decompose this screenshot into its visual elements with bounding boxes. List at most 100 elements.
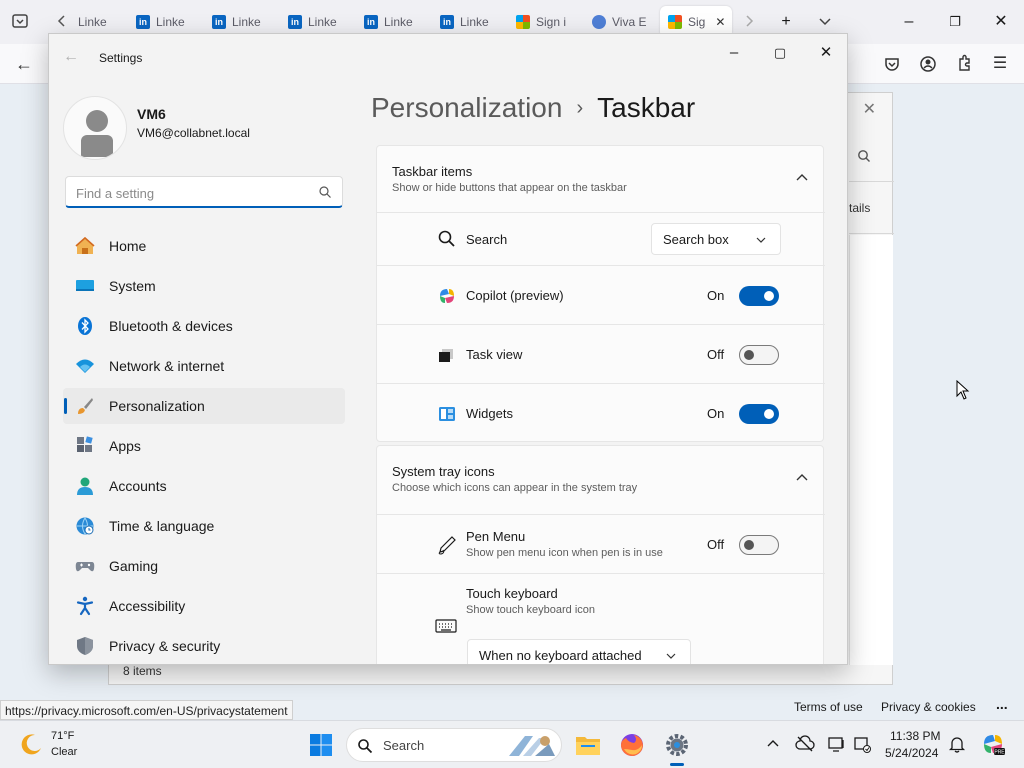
linkedin-icon: in [212,15,226,29]
avatar[interactable] [63,96,127,160]
browser-tab[interactable]: Sign i [516,10,574,34]
brush-icon [78,398,93,414]
account-icon[interactable] [916,52,940,76]
nav-item-home[interactable]: Home [63,228,345,264]
clock-date[interactable]: 5/24/2024 [885,746,938,760]
network-status-icon[interactable] [852,734,872,754]
tabs-scroll-left-icon[interactable] [53,12,71,30]
nav-item-network[interactable]: Network & internet [63,348,345,384]
mouse-cursor-icon [956,380,970,400]
copilot-taskbar-icon[interactable]: PRE [980,731,1006,757]
tab-label: Linke [232,15,261,29]
copilot-toggle[interactable] [739,286,779,306]
settings-window: ← Settings – ▢ ✕ VM6 VM6@collabnet.local… [48,33,848,665]
viva-icon [592,15,606,29]
nav-item-accessibility[interactable]: Accessibility [63,588,345,624]
nav-item-time-language[interactable]: Time & language [63,508,345,544]
copilot-state: On [707,288,725,303]
settings-titlebar: ← Settings – ▢ ✕ [49,34,847,82]
close-icon[interactable]: ✕ [863,99,876,119]
browser-tab[interactable]: Viva E [592,10,650,34]
nav-item-personalization[interactable]: Personalization [63,388,345,424]
task-view-icon [439,349,453,362]
pocket-icon[interactable] [880,52,904,76]
touch-keyboard-row: Touch keyboard Show touch keyboard icon … [377,573,825,664]
section-title: Taskbar items [392,164,473,179]
taskbar-search-box[interactable]: Search [346,728,562,762]
breadcrumb-parent[interactable]: Personalization [371,92,562,123]
browser-tab[interactable]: in Linke [364,10,418,34]
chevron-up-icon[interactable] [795,170,809,184]
microsoft-icon [516,15,530,29]
pen-menu-label: Pen Menu [466,529,526,544]
nav-item-bluetooth[interactable]: Bluetooth & devices [63,308,345,344]
browser-tab[interactable]: in Linke [288,10,342,34]
task-view-toggle[interactable] [739,345,779,365]
menu-icon[interactable]: ☰ [988,52,1012,76]
browser-minimize-icon[interactable]: – [895,10,923,34]
pen-menu-toggle[interactable] [739,535,779,555]
more-options-icon[interactable]: ... [996,696,1008,712]
nav-item-apps[interactable]: Apps [63,428,345,464]
browser-close-icon[interactable]: ✕ [987,10,1015,34]
back-arrow-icon[interactable]: ← [12,52,36,76]
copilot-label: Copilot (preview) [466,288,564,303]
search-input[interactable] [76,183,306,203]
windows-start-icon[interactable] [305,729,337,761]
privacy-cookies-link[interactable]: Privacy & cookies [881,700,976,714]
search-icon[interactable] [857,149,871,166]
file-explorer-icon[interactable] [572,729,604,761]
browser-restore-icon[interactable]: ❐ [941,10,969,34]
nav-item-privacy[interactable]: Privacy & security [63,628,345,664]
find-setting-box[interactable] [65,176,343,208]
moon-icon[interactable] [18,732,44,758]
task-view-label: Task view [466,347,523,362]
nav-item-system[interactable]: System [63,268,345,304]
nav-label: Accessibility [109,598,186,614]
cloud-offline-icon[interactable] [795,734,815,754]
tab-list-icon[interactable] [11,12,29,30]
apps-icon [77,436,93,452]
close-icon[interactable]: ✕ [811,40,841,66]
back-arrow-icon[interactable]: ← [63,48,79,66]
tab-label: Linke [78,15,107,29]
system-tray-header[interactable]: System tray icons Choose which icons can… [377,446,825,512]
tab-label: Linke [308,15,337,29]
nav-label: Apps [109,438,141,454]
extensions-icon[interactable] [952,52,976,76]
new-tab-icon[interactable]: + [772,10,800,34]
weather-temperature[interactable]: 71°F [51,730,74,742]
browser-tab[interactable]: in Linke [440,10,494,34]
notification-bell-icon[interactable] [947,734,967,754]
keyboard-icon [435,619,457,633]
close-tab-icon[interactable]: ✕ [715,15,725,29]
browser-tab[interactable]: in Linke [136,10,190,34]
clock-time[interactable]: 11:38 PM [890,729,940,743]
touch-keyboard-dropdown[interactable]: When no keyboard attached [467,639,691,664]
nav-label: Privacy & security [109,638,221,654]
shield-icon [77,637,93,655]
chevron-up-icon[interactable] [763,734,783,754]
display-icon[interactable] [827,734,847,754]
maximize-icon[interactable]: ▢ [765,40,795,66]
weather-condition[interactable]: Clear [51,746,77,758]
chevron-up-icon[interactable] [795,470,809,484]
browser-tab[interactable]: in Linke [212,10,266,34]
nav-label: System [109,278,156,294]
tabs-scroll-right-icon[interactable] [740,12,758,30]
widgets-row: Widgets On [377,383,825,442]
pen-icon [438,536,456,555]
chevron-down-icon[interactable] [816,12,834,30]
firefox-icon[interactable] [616,729,648,761]
browser-tab[interactable]: Linke [78,10,128,34]
search-mode-dropdown[interactable]: Search box [651,223,781,255]
search-highlight-icon [509,736,555,756]
nav-item-gaming[interactable]: Gaming [63,548,345,584]
settings-gear-icon[interactable] [661,729,693,761]
taskbar-items-header[interactable]: Taskbar items Show or hide buttons that … [377,146,825,212]
widgets-toggle[interactable] [739,404,779,424]
minimize-icon[interactable]: – [719,40,749,66]
nav-item-accounts[interactable]: Accounts [63,468,345,504]
terms-link[interactable]: Terms of use [794,700,863,714]
tab-label: Linke [460,15,489,29]
